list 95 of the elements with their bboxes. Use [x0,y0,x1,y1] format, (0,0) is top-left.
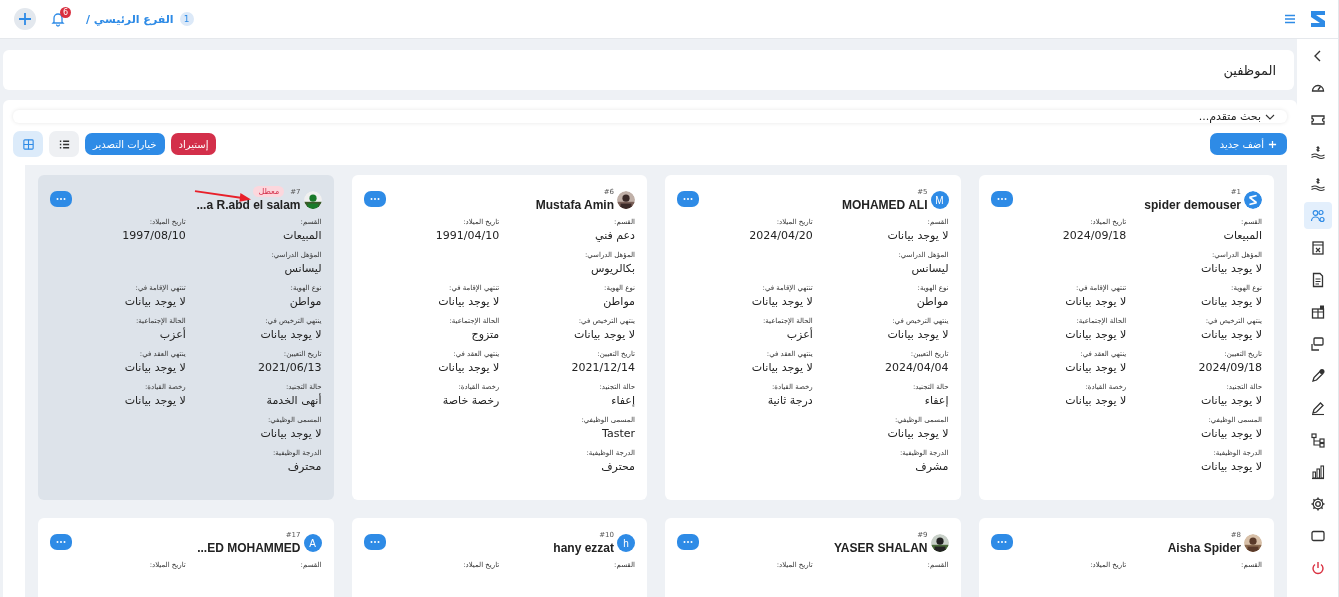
field-value: لا يوجد بيانات [260,427,322,440]
field-value: محترف [601,460,635,473]
avatar: A [303,534,322,552]
more-icon [55,197,67,201]
more-icon [995,197,1008,201]
field-value: لا يوجد بيانات [438,361,500,374]
logo-icon[interactable] [1308,9,1328,29]
field-value: لا يوجد بيانات [1065,394,1127,407]
more-button[interactable] [990,534,1013,550]
employee-name[interactable]: spider demouser [1144,198,1241,212]
field-value: لا يوجد بيانات [260,328,322,341]
field-value: أعزب [786,328,813,341]
more-button[interactable] [50,534,72,550]
field-value: المبيعات [1223,229,1262,242]
field-value: أنهى الخدمة [266,394,322,407]
field-value: لا يوجد بيانات [887,427,949,440]
field-value: ليسانس [284,262,322,275]
employee-name[interactable]: YASER SHALAN [833,541,928,555]
field-value: متزوج [471,328,500,341]
field-value: لا يوجد بيانات [751,295,813,308]
more-icon [995,540,1008,544]
field-value: رخصة خاصة [442,394,500,407]
field-value: مواطن [603,295,635,308]
field-value: لا يوجد بيانات [887,229,949,242]
list-view-toggle[interactable] [49,131,79,157]
field-value: إعفاء [924,394,949,407]
plus-icon[interactable] [14,8,36,30]
more-icon [682,197,694,201]
field-value: لا يوجد بيانات [1200,460,1262,473]
add-new-button[interactable]: أضف جديد [1209,133,1287,155]
avatar: M [930,191,949,209]
field-value: لا يوجد بيانات [887,328,949,341]
field-value: لا يوجد بيانات [1200,262,1262,275]
status-badge: معطل [253,186,285,197]
field-value: لا يوجد بيانات [1065,361,1127,374]
notification-count: 6 [60,7,71,18]
field-value: لا يوجد بيانات [124,361,186,374]
field-value: 2024/09/18 [1062,229,1127,242]
branch-number: 1 [179,12,194,26]
field-value: Taster [602,427,635,440]
plus-icon [1268,139,1277,149]
field-value: لا يوجد بيانات [751,361,813,374]
field-value: مشرف [915,460,949,473]
avatar: h [617,534,635,552]
employee-name[interactable]: Aisha Spider [1167,541,1241,555]
field-value: لا يوجد بيانات [1065,295,1127,308]
field-value: لا يوجد بيانات [1200,427,1262,440]
employee-name[interactable]: ...ED MOHAMMED [197,541,301,555]
more-icon [368,197,381,201]
field-value: درجة ثانية [767,394,813,407]
employee-name[interactable]: hany ezzat [553,541,614,555]
field-value: المبيعات [283,229,322,242]
field-value: محترف [287,460,322,473]
field-value: 2024/09/18 [1198,361,1262,374]
field-value: بكالريوس [590,262,635,275]
field-value: 2021/12/14 [571,361,635,374]
more-button[interactable] [990,191,1013,207]
field-value: أعزب [159,328,186,341]
field-value: 1997/08/10 [122,229,186,242]
field-value: لا يوجد بيانات [1200,394,1262,407]
field-value: ليسانس [911,262,949,275]
employee-name[interactable]: Mustafa Amin [535,198,614,212]
field-value: 2021/06/13 [258,361,322,374]
field-value: مواطن [289,295,322,308]
more-button[interactable] [677,534,699,550]
more-button[interactable] [677,191,699,207]
more-icon [55,540,67,544]
field-value: دعم فني [594,229,635,242]
field-value: لا يوجد بيانات [1065,328,1127,341]
field-value: إعفاء [611,394,635,407]
field-value: لا يوجد بيانات [124,295,186,308]
avatar-icon [1244,191,1262,209]
export-options-button[interactable]: خيارات التصدير [85,133,165,155]
advanced-search-toggle[interactable]: بحث متقدم... [1198,110,1275,123]
menu-icon[interactable] [1284,13,1296,25]
field-value: مواطن [916,295,949,308]
grid-view-toggle[interactable] [13,131,43,157]
users-icon[interactable] [1303,202,1332,229]
field-value: لا يوجد بيانات [573,328,635,341]
field-value: 2024/04/04 [885,361,949,374]
grid-icon [21,137,35,151]
field-value: لا يوجد بيانات [124,394,186,407]
more-icon [368,540,381,544]
more-icon [682,540,694,544]
field-value: 2024/04/20 [749,229,813,242]
import-button[interactable]: إستيراد [170,133,217,155]
field-value: 1991/04/10 [435,229,500,242]
branch-link[interactable]: الفرع الرئيسي / [86,12,174,26]
field-value: لا يوجد بيانات [1200,328,1262,341]
page-title: الموظفين [1223,62,1276,78]
field-value: لا يوجد بيانات [1200,295,1262,308]
field-value: لا يوجد بيانات [438,295,500,308]
more-button[interactable] [363,534,386,550]
more-button[interactable] [363,191,386,207]
employee-name[interactable]: MOHAMED ALI [841,198,928,212]
